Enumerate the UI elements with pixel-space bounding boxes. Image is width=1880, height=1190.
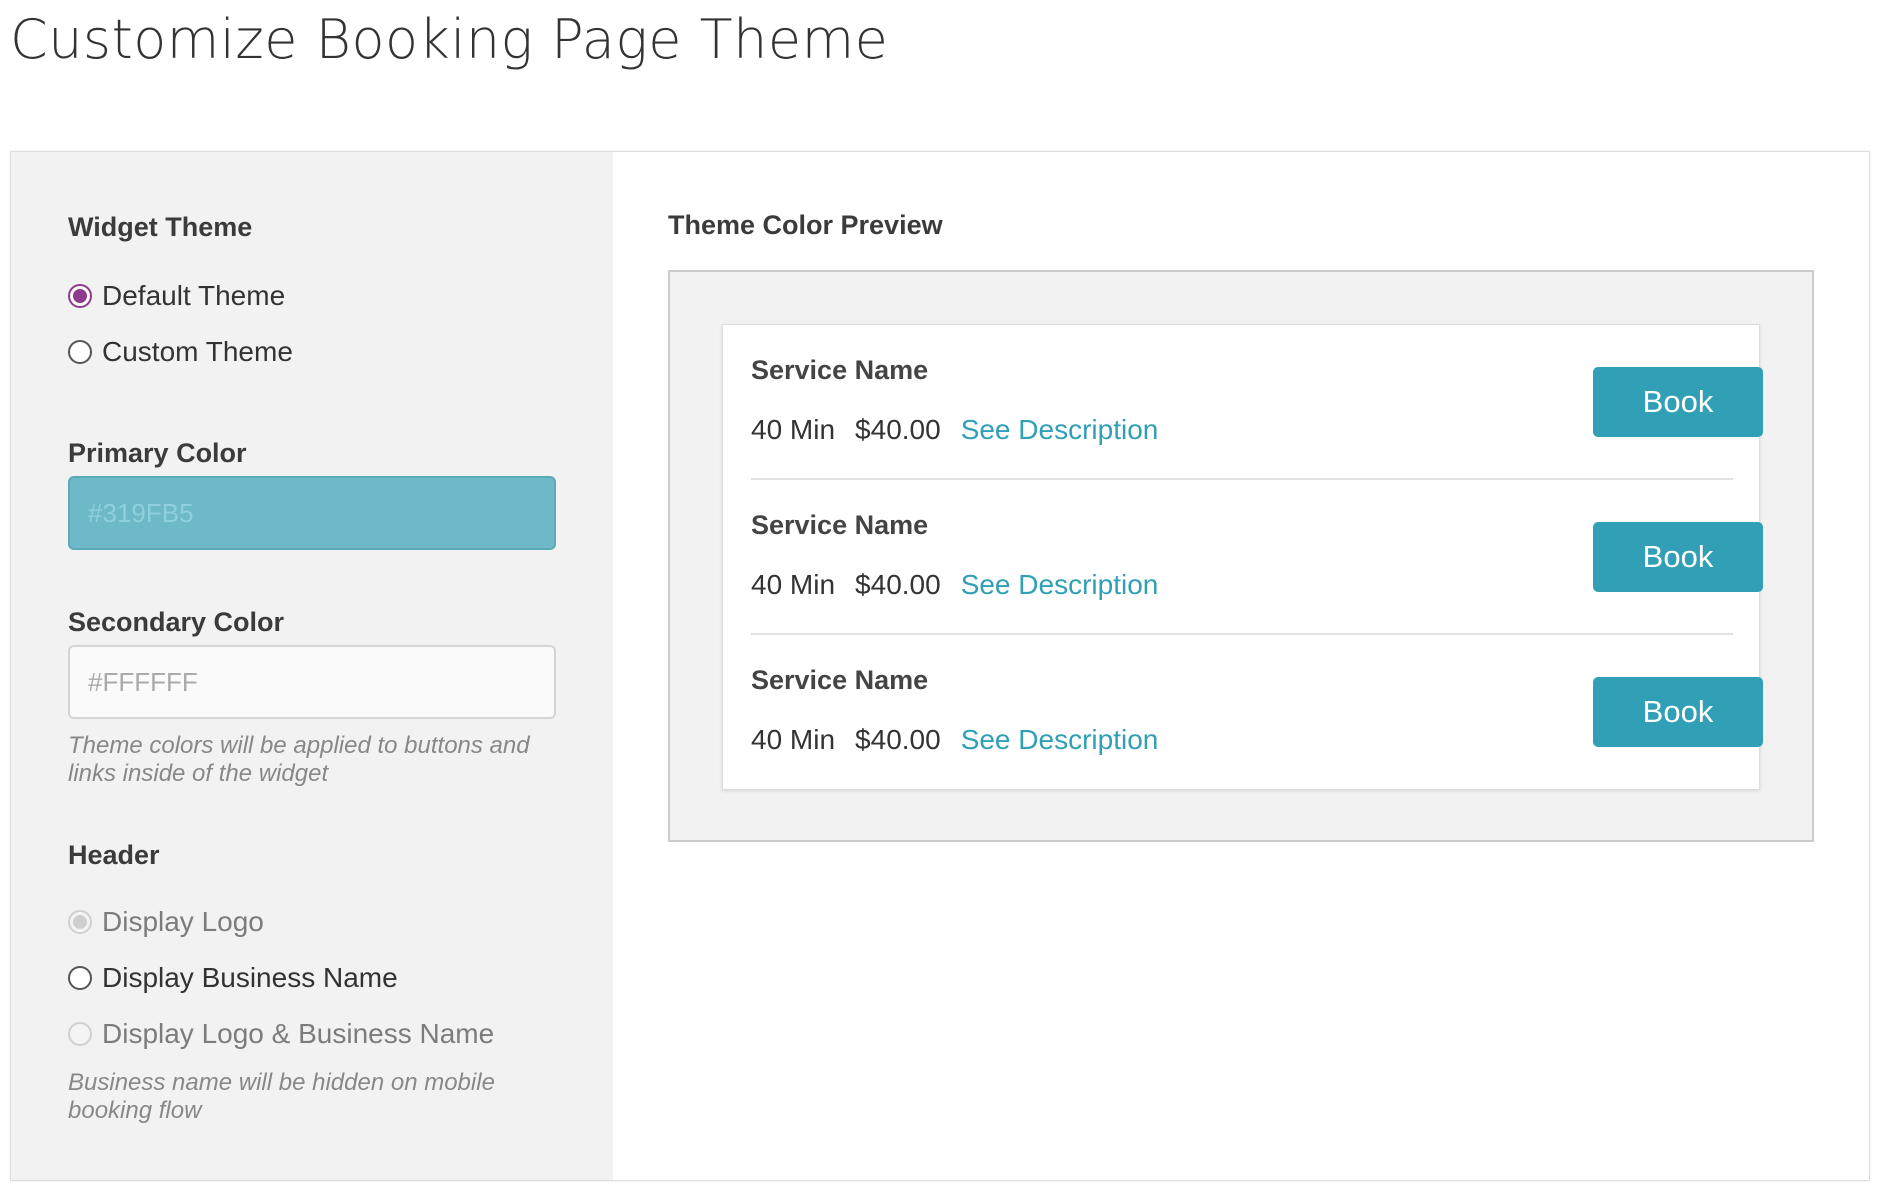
radio-display-business-name-control[interactable] (68, 966, 92, 990)
service-duration: 40 Min (751, 414, 836, 445)
book-button[interactable]: Book (1593, 367, 1763, 437)
radio-display-business-name[interactable]: Display Business Name (68, 962, 398, 994)
radio-display-logo-label: Display Logo (102, 906, 264, 937)
radio-display-logo-and-business-name-control[interactable] (68, 1022, 92, 1046)
service-duration: 40 Min (751, 724, 836, 755)
see-description-link[interactable]: See Description (961, 569, 1159, 601)
service-price: $40.00 (855, 414, 941, 445)
service-meta: 40 Min $40.00 See Description (751, 414, 1178, 446)
service-meta: 40 Min $40.00 See Description (751, 569, 1178, 601)
radio-display-business-name-label: Display Business Name (102, 962, 398, 993)
service-name: Service Name (751, 665, 929, 695)
preview-label: Theme Color Preview (668, 210, 943, 240)
book-button[interactable]: Book (1593, 677, 1763, 747)
see-description-link[interactable]: See Description (961, 414, 1159, 446)
radio-custom-theme[interactable]: Custom Theme (68, 336, 293, 368)
widget-theme-label: Widget Theme (68, 212, 253, 242)
theme-settings-card: Widget Theme Default Theme Custom Theme … (10, 151, 1870, 1181)
radio-display-logo[interactable]: Display Logo (68, 906, 264, 938)
primary-color-label: Primary Color (68, 438, 247, 468)
page-title: Customize Booking Page Theme (10, 8, 889, 71)
service-list: Service Name 40 Min $40.00 See Descripti… (722, 324, 1763, 790)
theme-color-hint: Theme colors will be applied to buttons … (68, 732, 530, 787)
service-name: Service Name (751, 355, 929, 385)
service-row: Service Name 40 Min $40.00 See Descripti… (751, 325, 1763, 480)
settings-panel: Widget Theme Default Theme Custom Theme … (11, 152, 613, 1180)
radio-display-logo-and-business-name-label: Display Logo & Business Name (102, 1018, 495, 1049)
see-description-link[interactable]: See Description (961, 724, 1159, 756)
header-hint: Business name will be hidden on mobile b… (68, 1069, 495, 1124)
service-name: Service Name (751, 510, 929, 540)
secondary-color-input[interactable] (68, 645, 556, 719)
service-price: $40.00 (855, 724, 941, 755)
radio-display-logo-control[interactable] (68, 910, 92, 934)
primary-color-input[interactable] (68, 476, 556, 550)
radio-custom-theme-control[interactable] (68, 340, 92, 364)
secondary-color-label: Secondary Color (68, 607, 285, 637)
radio-default-theme-label: Default Theme (102, 280, 286, 311)
radio-display-logo-and-business-name[interactable]: Display Logo & Business Name (68, 1018, 494, 1050)
preview-frame: Service Name 40 Min $40.00 See Descripti… (668, 270, 1814, 842)
preview-panel: Theme Color Preview Service Name 40 Min … (613, 152, 1869, 1180)
service-meta: 40 Min $40.00 See Description (751, 724, 1178, 756)
service-duration: 40 Min (751, 569, 836, 600)
radio-custom-theme-label: Custom Theme (102, 336, 293, 367)
book-button[interactable]: Book (1593, 522, 1763, 592)
header-label: Header (68, 840, 160, 870)
service-row: Service Name 40 Min $40.00 See Descripti… (751, 635, 1763, 790)
service-row: Service Name 40 Min $40.00 See Descripti… (751, 480, 1763, 635)
service-price: $40.00 (855, 569, 941, 600)
radio-default-theme[interactable]: Default Theme (68, 280, 285, 312)
radio-default-theme-control[interactable] (68, 284, 92, 308)
